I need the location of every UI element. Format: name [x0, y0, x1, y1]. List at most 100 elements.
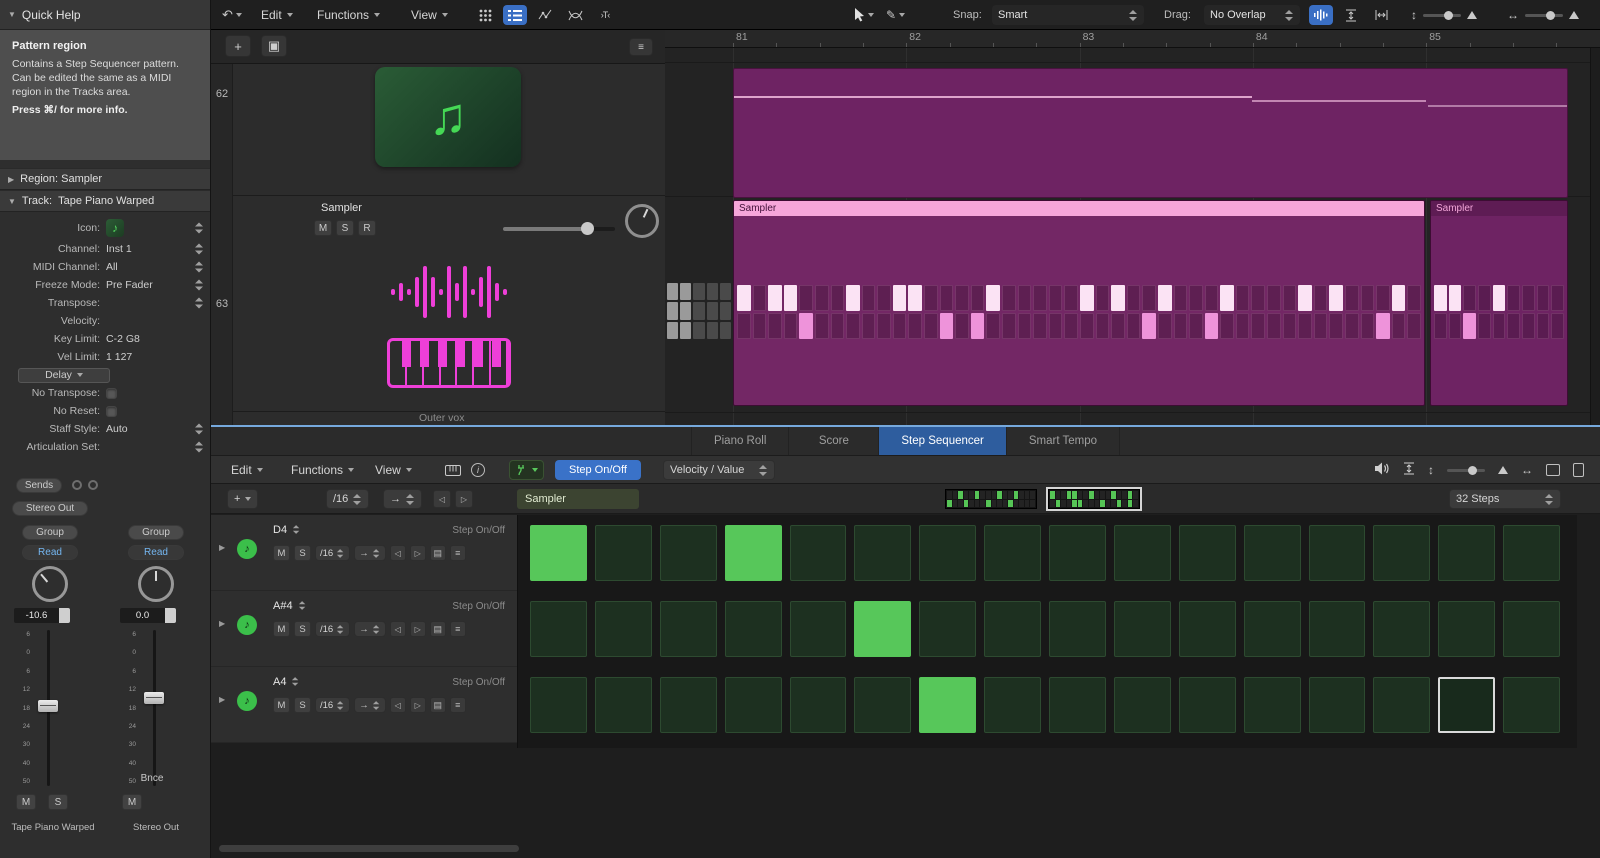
- solo-button-left[interactable]: S: [48, 794, 68, 810]
- note-select[interactable]: A4: [273, 675, 300, 688]
- pattern-division-select[interactable]: /16: [326, 489, 369, 509]
- step-cell[interactable]: [1309, 601, 1366, 657]
- add-row-button[interactable]: +: [227, 489, 258, 509]
- step-count-select[interactable]: 32 Steps: [1449, 489, 1561, 509]
- stepper-icon[interactable]: [195, 441, 204, 454]
- midi-in-button[interactable]: [509, 460, 544, 480]
- solo-button[interactable]: S: [294, 621, 311, 637]
- step-cell[interactable]: [919, 677, 976, 733]
- velocity-meter-icon[interactable]: ▤: [430, 621, 446, 637]
- add-track-button[interactable]: +: [225, 35, 251, 57]
- stepper-icon[interactable]: [337, 700, 344, 710]
- shift-left-button[interactable]: ◁: [390, 621, 406, 637]
- automation-curve-icon[interactable]: [533, 5, 557, 25]
- step-cell[interactable]: [595, 677, 652, 733]
- fit-horizontal-icon[interactable]: [1369, 5, 1393, 25]
- inspector-row[interactable]: Icon:♪: [0, 216, 210, 240]
- inspector-row[interactable]: Key Limit:C-2 G8: [0, 330, 210, 348]
- stepper-icon[interactable]: [195, 261, 204, 274]
- list-view-icon[interactable]: [503, 5, 527, 25]
- sends-button[interactable]: Sends: [16, 478, 62, 493]
- mute-button[interactable]: M: [273, 545, 290, 561]
- ruler[interactable]: 8182838485: [665, 30, 1600, 48]
- gate-icon[interactable]: ≡: [450, 545, 466, 561]
- mute-button[interactable]: M: [273, 697, 290, 713]
- volume-value-right[interactable]: 0.0: [120, 608, 176, 623]
- tab-piano-roll[interactable]: Piano Roll: [691, 427, 788, 455]
- stepper-icon[interactable]: [292, 676, 299, 686]
- playmode-select[interactable]: →: [354, 697, 386, 713]
- disclosure-triangle-icon[interactable]: ▶: [219, 543, 225, 552]
- record-button[interactable]: R: [358, 220, 376, 236]
- step-cell[interactable]: [595, 601, 652, 657]
- inspector-row[interactable]: Channel:Inst 1: [0, 240, 210, 258]
- step-cell[interactable]: [919, 525, 976, 581]
- solo-button[interactable]: S: [294, 545, 311, 561]
- step-cell[interactable]: [660, 525, 717, 581]
- fader-left[interactable]: 606121824304050: [18, 628, 64, 788]
- crossfade-icon[interactable]: [563, 5, 587, 25]
- volume-value-left[interactable]: -10.6: [14, 608, 70, 623]
- pattern-shift-right-button[interactable]: ▷: [455, 490, 473, 508]
- track-header-options-icon[interactable]: ≡: [629, 38, 653, 56]
- back-icon[interactable]: ↶: [219, 5, 245, 25]
- shift-right-button[interactable]: ▷: [410, 621, 426, 637]
- disclosure-triangle-icon[interactable]: ▶: [219, 695, 225, 704]
- division-select[interactable]: /16: [315, 621, 350, 637]
- step-cell[interactable]: [1244, 525, 1301, 581]
- solo-button[interactable]: S: [294, 697, 311, 713]
- step-cell[interactable]: [725, 601, 782, 657]
- step-cell[interactable]: [790, 601, 847, 657]
- inspector-row[interactable]: No Transpose:: [0, 384, 210, 402]
- shift-left-button[interactable]: ◁: [390, 545, 406, 561]
- step-cell[interactable]: [1049, 677, 1106, 733]
- tab-smart-tempo[interactable]: Smart Tempo: [1006, 427, 1120, 455]
- division-select[interactable]: /16: [315, 545, 350, 561]
- step-cell[interactable]: [530, 677, 587, 733]
- stepper-icon[interactable]: [298, 600, 305, 610]
- step-cell[interactable]: [1309, 677, 1366, 733]
- track-row-63[interactable]: Sampler M S R: [233, 196, 665, 412]
- step-cell[interactable]: [725, 677, 782, 733]
- stepper-icon[interactable]: [195, 279, 204, 292]
- delay-button[interactable]: Delay: [18, 368, 110, 383]
- region-sampler-right[interactable]: Sampler: [1430, 200, 1568, 406]
- stepper-icon[interactable]: [337, 548, 344, 558]
- region-top[interactable]: [733, 68, 1568, 198]
- step-cell[interactable]: [1114, 677, 1171, 733]
- output-button[interactable]: Stereo Out: [12, 501, 88, 516]
- velocity-meter-icon[interactable]: ▤: [430, 697, 446, 713]
- track-icon[interactable]: ♪: [106, 219, 124, 237]
- horizontal-scrollbar[interactable]: [219, 845, 519, 852]
- step-cell[interactable]: [1438, 525, 1495, 581]
- shift-right-button[interactable]: ▷: [410, 545, 426, 561]
- gate-icon[interactable]: ≡: [450, 621, 466, 637]
- fit-vertical-icon[interactable]: [1339, 5, 1363, 25]
- track-section-header[interactable]: ▼ Track: Tape Piano Warped: [0, 190, 210, 212]
- fader-right[interactable]: 606121824304050: [124, 628, 170, 788]
- grid-view-icon[interactable]: [473, 5, 497, 25]
- horizontal-zoom-icon[interactable]: ↔: [1521, 463, 1533, 477]
- duplicate-track-button[interactable]: ▣: [261, 35, 287, 57]
- pattern-preview-2[interactable]: [1048, 489, 1140, 509]
- step-cell[interactable]: [854, 525, 911, 581]
- step-cell[interactable]: [1373, 601, 1430, 657]
- waveform-zoom-icon[interactable]: [1309, 5, 1333, 25]
- step-cell[interactable]: [1244, 677, 1301, 733]
- inspector-row[interactable]: No Reset:: [0, 402, 210, 420]
- step-cell[interactable]: [919, 601, 976, 657]
- panel-icon[interactable]: [1573, 463, 1584, 477]
- step-cell[interactable]: [984, 677, 1041, 733]
- horizontal-zoom-slider[interactable]: [1525, 14, 1563, 17]
- step-cell[interactable]: [984, 525, 1041, 581]
- mute-button[interactable]: M: [273, 621, 290, 637]
- keyboard-icon[interactable]: [441, 460, 465, 480]
- playmode-select[interactable]: →: [354, 545, 386, 561]
- group-button-right[interactable]: Group: [128, 525, 184, 540]
- send-knob-icon[interactable]: [88, 480, 98, 490]
- stepper-icon[interactable]: [373, 700, 380, 710]
- tab-step-sequencer[interactable]: Step Sequencer: [878, 427, 1005, 455]
- editor-menu-edit[interactable]: Edit: [231, 463, 263, 477]
- window-icon[interactable]: [1546, 464, 1560, 476]
- playmode-select[interactable]: →: [354, 621, 386, 637]
